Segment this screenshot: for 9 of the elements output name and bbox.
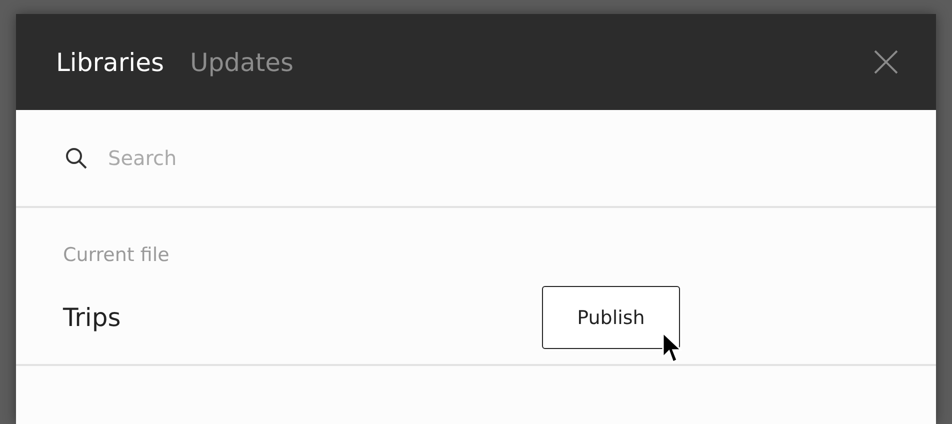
search-field[interactable]: Search xyxy=(106,145,510,171)
close-icon[interactable] xyxy=(874,50,898,74)
search-icon xyxy=(64,146,88,170)
mouse-cursor-icon xyxy=(662,332,682,364)
publish-button[interactable]: Publish xyxy=(542,286,680,349)
tab[interactable]: Updates xyxy=(190,48,294,76)
tab[interactable]: Libraries xyxy=(56,48,164,76)
section-heading: Current file xyxy=(63,244,170,266)
file-name: Trips xyxy=(63,303,122,332)
